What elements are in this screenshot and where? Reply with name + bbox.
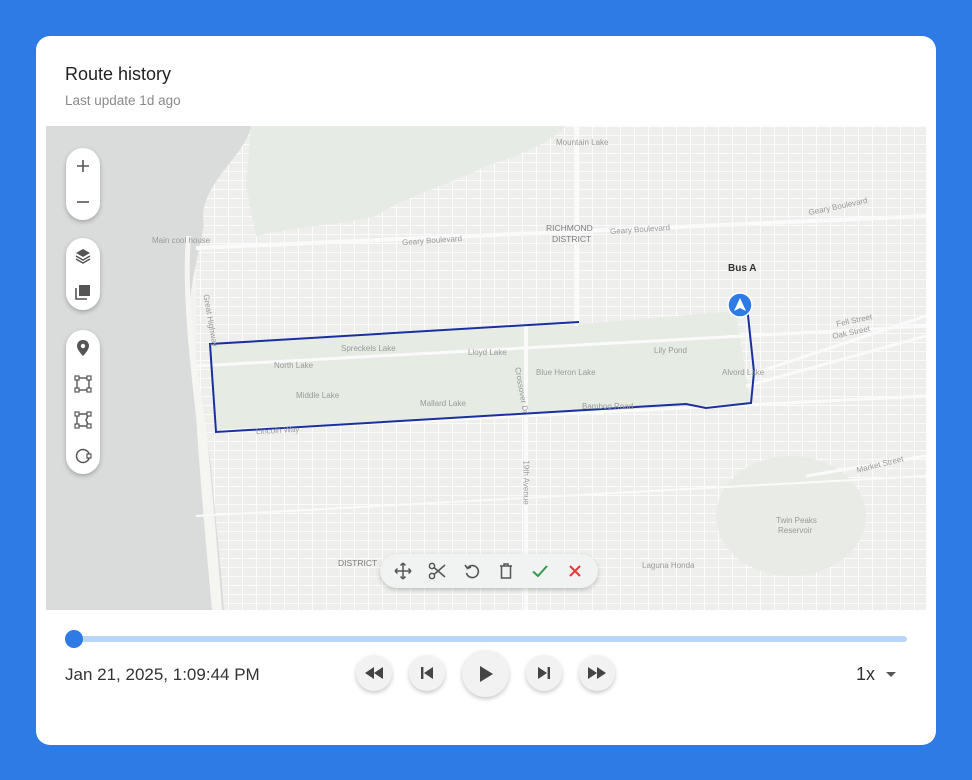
vehicle-marker[interactable] [727, 292, 753, 318]
zoom-controls [66, 148, 100, 220]
map-label: Lloyd Lake [468, 348, 507, 357]
delete-button[interactable] [492, 557, 520, 585]
rectangle-icon [74, 375, 92, 393]
map-label: Mallard Lake [420, 399, 466, 408]
zoom-out-button[interactable] [66, 184, 100, 220]
map-label: DISTRICT [338, 558, 378, 568]
skip-next-button[interactable] [526, 655, 562, 691]
play-icon [479, 665, 493, 682]
skip-previous-button[interactable] [409, 655, 445, 691]
map-label: RICHMOND [546, 223, 593, 233]
caret-down-icon [886, 671, 897, 677]
rewind-button[interactable] [356, 655, 392, 691]
map-label: Blue Heron Lake [536, 368, 596, 377]
cut-icon [429, 562, 446, 580]
map-label: Alvord Lake [722, 368, 765, 377]
last-update-text: Last update 1d ago [65, 93, 181, 108]
map-label: Main cool house [152, 236, 211, 245]
minus-icon [77, 201, 89, 203]
circle-icon [75, 448, 92, 464]
playback-timestamp: Jan 21, 2025, 1:09:44 PM [65, 665, 260, 684]
map-label: North Lake [274, 361, 314, 370]
vehicle-label: Bus A [728, 263, 757, 274]
edit-toolbar [380, 554, 598, 588]
layer-controls [66, 238, 100, 310]
map-label: Spreckels Lake [341, 344, 396, 353]
layers-icon [75, 249, 91, 264]
cancel-button[interactable] [561, 557, 589, 585]
map-label: Reservoir [778, 526, 813, 535]
map-label: Bamboo Road [582, 402, 634, 411]
cancel-icon [569, 565, 581, 577]
fast-forward-button[interactable] [579, 655, 615, 691]
rewind-icon [365, 667, 383, 679]
layers-button[interactable] [66, 238, 100, 274]
pin-icon [77, 340, 89, 356]
map-basemap [46, 126, 926, 610]
draw-marker-button[interactable] [66, 330, 100, 366]
basemap-button[interactable] [66, 274, 100, 310]
move-icon [394, 562, 412, 580]
rotate-icon [464, 564, 479, 579]
confirm-button[interactable] [526, 557, 554, 585]
move-button[interactable] [389, 557, 417, 585]
skip-previous-icon [421, 667, 433, 679]
cut-button[interactable] [423, 557, 451, 585]
gallery-icon [75, 285, 90, 300]
playback-slider-track[interactable] [74, 636, 907, 642]
polygon-icon [74, 411, 92, 429]
confirm-icon [532, 565, 549, 578]
card-title: Route history [65, 64, 172, 84]
speed-value: 1x [856, 664, 876, 684]
speed-select[interactable]: 1x [856, 664, 897, 685]
map-view[interactable]: Mountain Lake RICHMOND DISTRICT Geary Bo… [46, 126, 926, 610]
route-history-card: Route history Last update 1d ago Mountai… [36, 36, 936, 745]
zoom-in-button[interactable] [66, 148, 100, 184]
map-label: Lily Pond [654, 346, 687, 355]
fast-forward-icon [588, 667, 606, 679]
map-label: DISTRICT [552, 234, 592, 244]
draw-polygon-button[interactable] [66, 402, 100, 438]
delete-icon [500, 563, 513, 579]
rotate-button[interactable] [458, 557, 486, 585]
draw-rectangle-button[interactable] [66, 366, 100, 402]
play-button[interactable] [462, 650, 509, 697]
skip-next-icon [538, 667, 550, 679]
map-label: Twin Peaks [776, 516, 817, 525]
navigation-arrow-icon [727, 292, 753, 318]
map-label: Mountain Lake [556, 138, 609, 147]
plus-icon [77, 160, 89, 172]
draw-controls [66, 330, 100, 474]
map-label: Laguna Honda [642, 561, 695, 570]
map-label: 19th Avenue [521, 460, 531, 505]
playback-slider-knob[interactable] [65, 630, 83, 648]
draw-circle-button[interactable] [66, 438, 100, 474]
map-label: Middle Lake [296, 391, 340, 400]
